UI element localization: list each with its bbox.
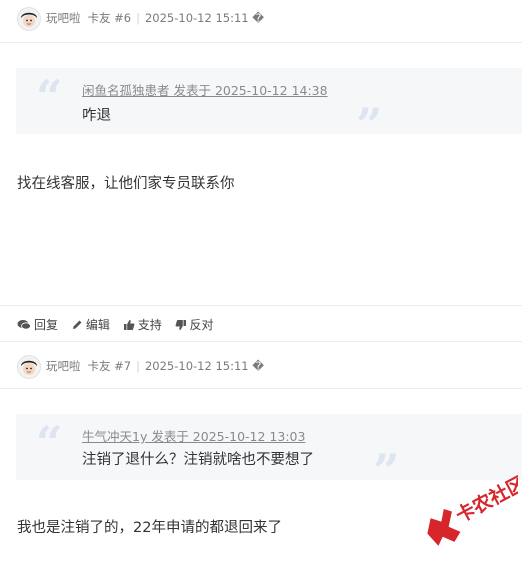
open-quote-icon: “ [36, 416, 63, 470]
support-button[interactable]: 支持 [123, 316, 162, 333]
oppose-button[interactable]: 反对 [175, 316, 214, 333]
close-quote-icon: ” [356, 98, 383, 152]
meta-divider: | [136, 11, 140, 25]
post-meta: 玩吧啦 卡友 #6 | 2025-10-12 15:11 � [46, 11, 264, 25]
post-actions: 回复 编辑 支持 反对 [17, 316, 223, 334]
quote-text: 注销了退什么？注销就啥也不要想了 [82, 452, 314, 468]
meta-divider: | [136, 359, 140, 373]
reply-label: 回复 [34, 318, 59, 332]
avatar[interactable] [17, 355, 41, 379]
open-quote-icon: “ [36, 70, 63, 124]
thumbs-up-icon [123, 319, 135, 330]
username[interactable]: 玩吧啦 [46, 11, 81, 25]
quote-text: 咋退 [82, 108, 111, 124]
post-header: 玩吧啦 卡友 #6 | 2025-10-12 15:11 � [0, 0, 522, 42]
reply-button[interactable]: 回复 [17, 316, 58, 333]
close-quote-icon: ” [373, 444, 400, 498]
quote-author-link[interactable]: 闲鱼名孤独患者 发表于 2025-10-12 14:38 [82, 80, 328, 99]
post-content: 找在线客服，让他们家专员联系你 [17, 176, 235, 192]
floor-number: 卡友 #7 [87, 359, 132, 373]
edit-label: 编辑 [85, 318, 110, 332]
watermark-logo: 卡农社区 [418, 471, 522, 552]
avatar-face-icon [21, 12, 37, 27]
avatar[interactable] [17, 7, 41, 31]
post-header: 玩吧啦 卡友 #7 | 2025-10-12 15:11 � [0, 348, 522, 390]
support-label: 支持 [137, 318, 162, 332]
watermark-text: 卡农社区 [452, 472, 518, 527]
post-meta: 玩吧啦 卡友 #7 | 2025-10-12 15:11 � [46, 359, 264, 373]
post-time: 2025-10-12 15:11 � [144, 359, 265, 373]
divider [0, 305, 522, 306]
quote-block: “ 闲鱼名孤独患者 发表于 2025-10-12 14:38 咋退 ” [16, 68, 522, 148]
pencil-icon [72, 320, 82, 329]
oppose-label: 反对 [189, 318, 214, 332]
post-content: 我也是注销了的，22年申请的都退回来了 [17, 520, 282, 536]
post: 玩吧啦 卡友 #6 | 2025-10-12 15:11 � “ 闲鱼名孤独患者 发表… [0, 0, 522, 342]
avatar-face-icon [21, 360, 37, 375]
divider [0, 388, 522, 389]
post-time: 2025-10-12 15:11 � [144, 11, 265, 25]
post-separator [0, 341, 522, 342]
kanong-logo-icon: 卡农社区 [427, 471, 522, 546]
divider [0, 42, 522, 43]
thumbs-down-icon [175, 319, 186, 330]
quote-author-link[interactable]: 牛气冲天1y 发表于 2025-10-12 13:03 [82, 426, 305, 445]
username[interactable]: 玩吧啦 [46, 359, 81, 373]
floor-number: 卡友 #6 [87, 11, 132, 25]
edit-button[interactable]: 编辑 [71, 316, 110, 333]
comment-icon [17, 319, 31, 330]
quote-block: “ 牛气冲天1y 发表于 2025-10-12 13:03 注销了退什么？注销就… [16, 414, 522, 494]
